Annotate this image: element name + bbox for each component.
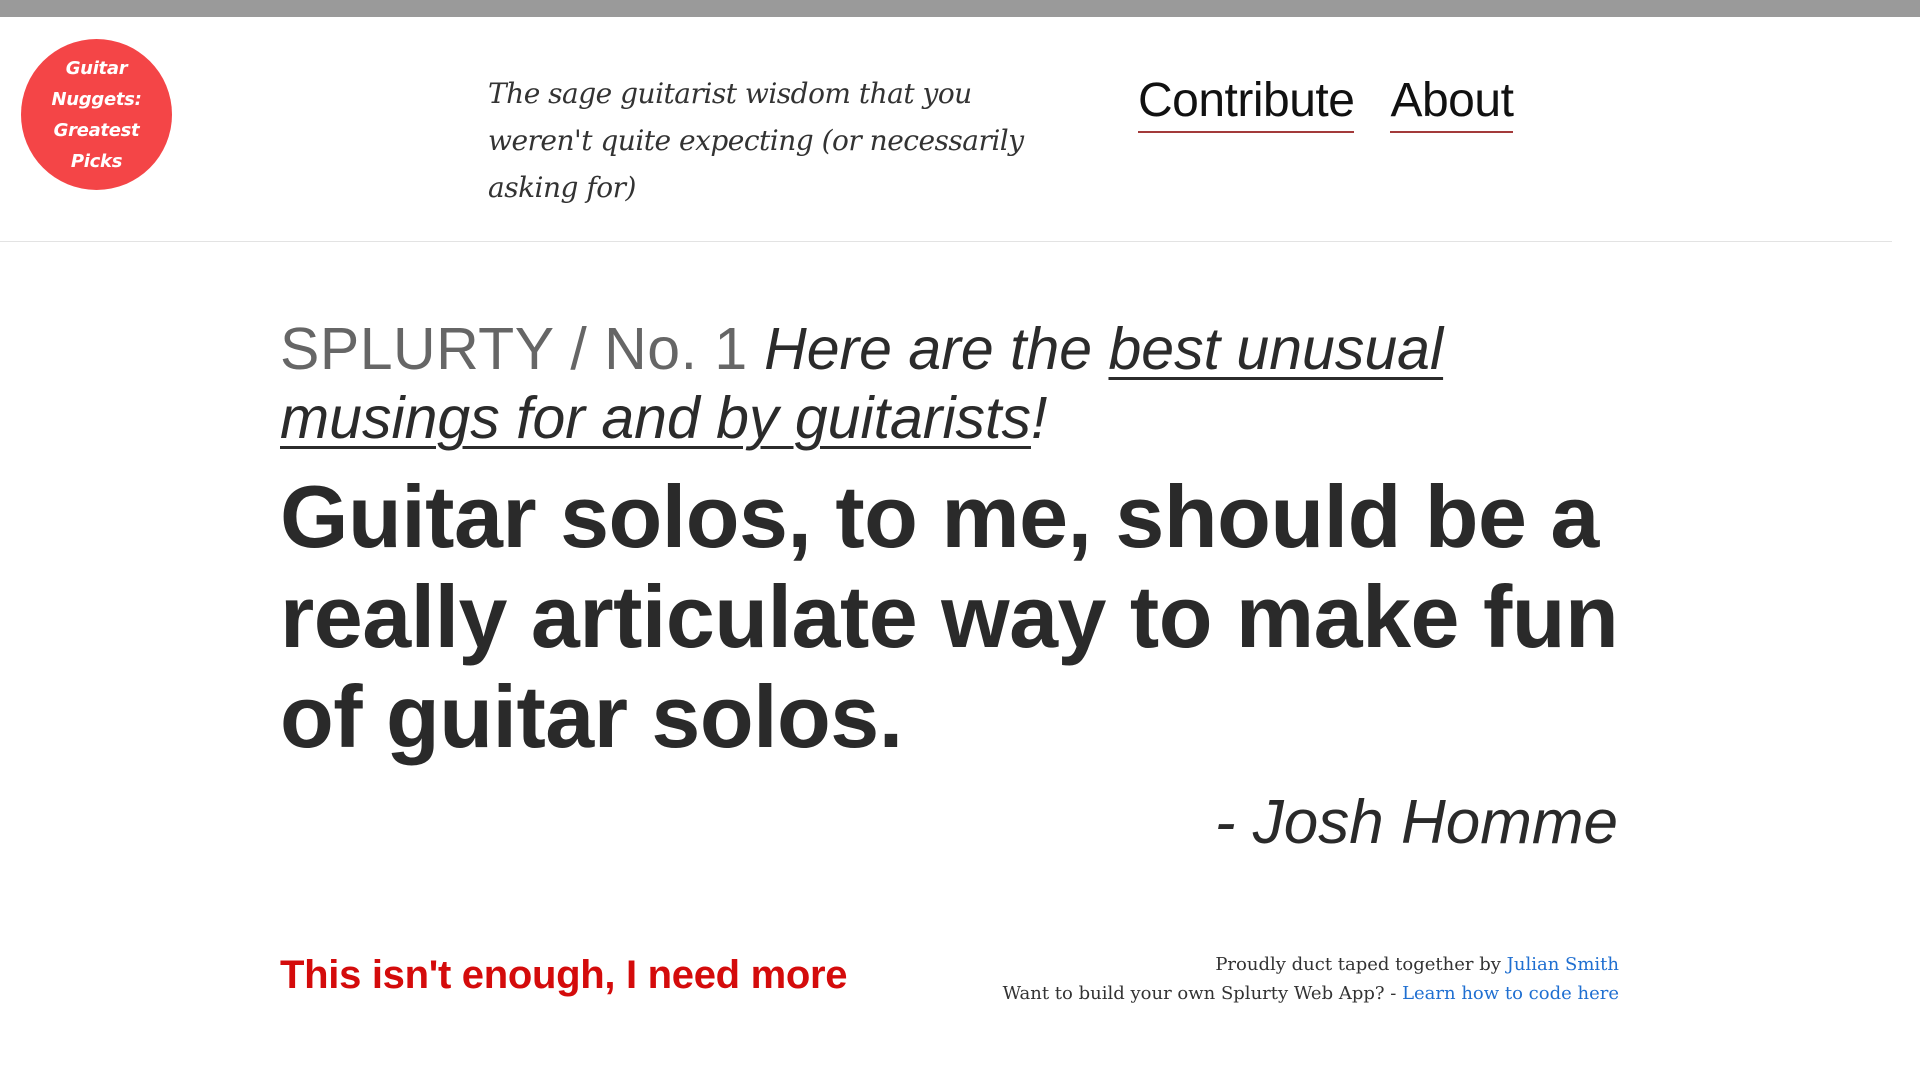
quote-author: - Josh Homme: [1214, 788, 1618, 857]
logo-line: Guitar: [65, 57, 128, 79]
build-prefix: Want to build your own Splurty Web App? …: [1002, 983, 1397, 1004]
more-quotes-link[interactable]: This isn't enough, I need more: [280, 953, 848, 998]
intro-suffix: !: [1030, 385, 1048, 451]
tagline: The sage guitarist wisdom that you weren…: [488, 77, 1024, 204]
logo-line: Greatest Picks: [53, 119, 140, 172]
top-bar: [0, 0, 1920, 17]
quote-text: Guitar solos, to me, should be a really …: [280, 467, 1619, 766]
brand-label: SPLURTY / No. 1: [280, 316, 748, 382]
learn-code-link[interactable]: Learn how to code here: [1402, 983, 1619, 1004]
intro-prefix: Here are the: [764, 316, 1093, 382]
nav-about-link[interactable]: About: [1390, 73, 1514, 133]
credit-line: Proudly duct taped together by Julian Sm…: [1003, 950, 1619, 979]
main-nav: Contribute About: [1138, 73, 1514, 133]
logo-link[interactable]: Guitar Nuggets: Greatest Picks: [21, 39, 172, 190]
site-header: Guitar Nuggets: Greatest Picks The sage …: [0, 17, 1892, 242]
nav-contribute-link[interactable]: Contribute: [1138, 73, 1355, 133]
logo-text: Guitar Nuggets: Greatest Picks: [27, 53, 167, 177]
build-line: Want to build your own Splurty Web App? …: [1003, 979, 1619, 1008]
author-link[interactable]: Julian Smith: [1507, 954, 1619, 975]
credits: Proudly duct taped together by Julian Sm…: [1003, 950, 1619, 1008]
intro-line: SPLURTY / No. 1 Here are the best unusua…: [280, 315, 1620, 453]
logo-line: Nuggets:: [51, 88, 142, 110]
main-content: SPLURTY / No. 1 Here are the best unusua…: [280, 315, 1620, 858]
credit-prefix: Proudly duct taped together by: [1215, 954, 1501, 975]
